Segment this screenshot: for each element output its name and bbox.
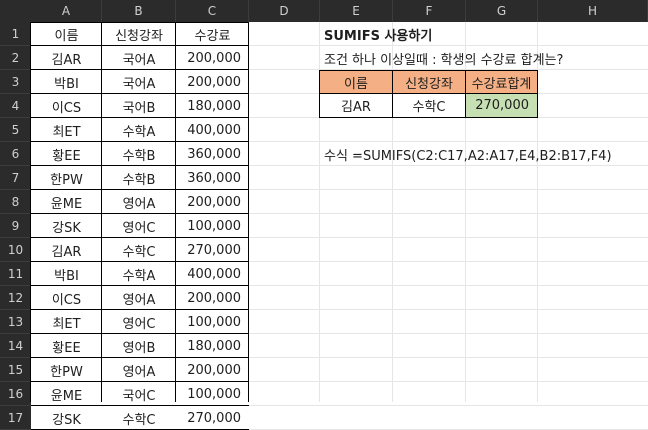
criteria-value-cell[interactable]: 김AR	[319, 93, 393, 118]
table-cell[interactable]: 국어C	[102, 382, 176, 406]
formula-text[interactable]: 수식 =SUMIFS(C2:C17,A2:A17,E4,B2:B17,F4)	[320, 142, 640, 166]
table-header-cell[interactable]: 수강료	[176, 22, 249, 46]
table-cell[interactable]: 400,000	[176, 118, 249, 142]
row-header-7[interactable]: 7	[0, 166, 31, 190]
column-header-b[interactable]: B	[102, 0, 176, 22]
table-cell[interactable]: 수학C	[102, 238, 176, 262]
table-cell[interactable]: 황EE	[31, 142, 102, 166]
table-cell[interactable]: 강SK	[31, 406, 102, 430]
table-cell[interactable]: 200,000	[176, 286, 249, 310]
column-header-d[interactable]: D	[249, 0, 320, 22]
table-cell[interactable]: 강SK	[31, 214, 102, 238]
column-header-g[interactable]: G	[466, 0, 538, 22]
table-cell[interactable]: 한PW	[31, 166, 102, 190]
table-cell[interactable]: 200,000	[176, 46, 249, 70]
table-cell[interactable]: 이CS	[31, 94, 102, 118]
table-header-cell[interactable]: 이름	[31, 22, 102, 46]
table-cell[interactable]: 김AR	[31, 46, 102, 70]
column-header-h[interactable]: H	[538, 0, 648, 22]
table-cell[interactable]: 100,000	[176, 382, 249, 406]
table-header-cell[interactable]: 신청강좌	[102, 22, 176, 46]
criteria-header-cell[interactable]: 수강료합계	[465, 70, 538, 94]
criteria-header-cell[interactable]: 이름	[319, 70, 393, 94]
row-header-13[interactable]: 13	[0, 310, 31, 334]
table-cell[interactable]: 한PW	[31, 358, 102, 382]
table-cell[interactable]: 수학B	[102, 166, 176, 190]
table-cell[interactable]: 수학B	[102, 142, 176, 166]
row-header-8[interactable]: 8	[0, 190, 31, 214]
spreadsheet: ABCDEFGH 1 2 3 4 5 6 7 8 9 10 11 12 13 14 15 16 17 이름 신청강…	[0, 0, 648, 430]
table-cell[interactable]: 100,000	[176, 310, 249, 334]
table-cell[interactable]: 200,000	[176, 190, 249, 214]
row-header-9[interactable]: 9	[0, 214, 31, 238]
row-header-2[interactable]: 2	[0, 46, 31, 70]
column-header-e[interactable]: E	[320, 0, 393, 22]
table-cell[interactable]: 360,000	[176, 142, 249, 166]
table-cell[interactable]: 수학A	[102, 118, 176, 142]
table-cell[interactable]: 황EE	[31, 334, 102, 358]
row-header-3[interactable]: 3	[0, 70, 31, 94]
select-all-corner[interactable]	[0, 0, 32, 22]
row-header-1[interactable]: 1	[0, 22, 31, 46]
column-header-f[interactable]: F	[393, 0, 466, 22]
table-cell[interactable]: 국어B	[102, 94, 176, 118]
row-header-5[interactable]: 5	[0, 118, 31, 142]
column-header-c[interactable]: C	[176, 0, 249, 22]
criteria-value-cell[interactable]: 수학C	[392, 93, 466, 118]
row-header-17[interactable]: 17	[0, 406, 31, 430]
row-header-10[interactable]: 10	[0, 238, 31, 262]
result-cell[interactable]: 270,000	[465, 93, 538, 118]
row-header-15[interactable]: 15	[0, 358, 31, 382]
table-cell[interactable]: 400,000	[176, 262, 249, 286]
table-cell[interactable]: 최ET	[31, 310, 102, 334]
table-cell[interactable]: 100,000	[176, 214, 249, 238]
table-cell[interactable]: 영어A	[102, 358, 176, 382]
table-cell[interactable]: 국어A	[102, 70, 176, 94]
table-cell[interactable]: 수학C	[102, 406, 176, 430]
sheet-title[interactable]: SUMIFS 사용하기	[320, 22, 540, 46]
table-cell[interactable]: 이CS	[31, 286, 102, 310]
table-cell[interactable]: 영어C	[102, 214, 176, 238]
table-cell[interactable]: 200,000	[176, 358, 249, 382]
table-cell[interactable]: 수학A	[102, 262, 176, 286]
row-header-16[interactable]: 16	[0, 382, 31, 406]
table-cell[interactable]: 윤ME	[31, 190, 102, 214]
table-cell[interactable]: 최ET	[31, 118, 102, 142]
column-header-a[interactable]: A	[31, 0, 102, 22]
table-cell[interactable]: 영어B	[102, 334, 176, 358]
table-cell[interactable]: 박BI	[31, 262, 102, 286]
table-cell[interactable]: 270,000	[176, 238, 249, 262]
table-cell[interactable]: 영어C	[102, 310, 176, 334]
table-cell[interactable]: 180,000	[176, 94, 249, 118]
row-header-11[interactable]: 11	[0, 262, 31, 286]
row-header-4[interactable]: 4	[0, 94, 31, 118]
table-cell[interactable]: 200,000	[176, 70, 249, 94]
row-header-14[interactable]: 14	[0, 334, 31, 358]
table-cell[interactable]: 국어A	[102, 46, 176, 70]
criteria-header-cell[interactable]: 신청강좌	[392, 70, 466, 94]
table-cell[interactable]: 김AR	[31, 238, 102, 262]
row-header-12[interactable]: 12	[0, 286, 31, 310]
table-cell[interactable]: 180,000	[176, 334, 249, 358]
table-cell[interactable]: 박BI	[31, 70, 102, 94]
table-cell[interactable]: 윤ME	[31, 382, 102, 406]
table-cell[interactable]: 영어A	[102, 190, 176, 214]
table-cell[interactable]: 360,000	[176, 166, 249, 190]
table-cell[interactable]: 270,000	[176, 406, 249, 430]
row-header-6[interactable]: 6	[0, 142, 31, 166]
table-cell[interactable]: 영어A	[102, 286, 176, 310]
question-text[interactable]: 조건 하나 이상일때 : 학생의 수강료 합계는?	[320, 46, 620, 70]
